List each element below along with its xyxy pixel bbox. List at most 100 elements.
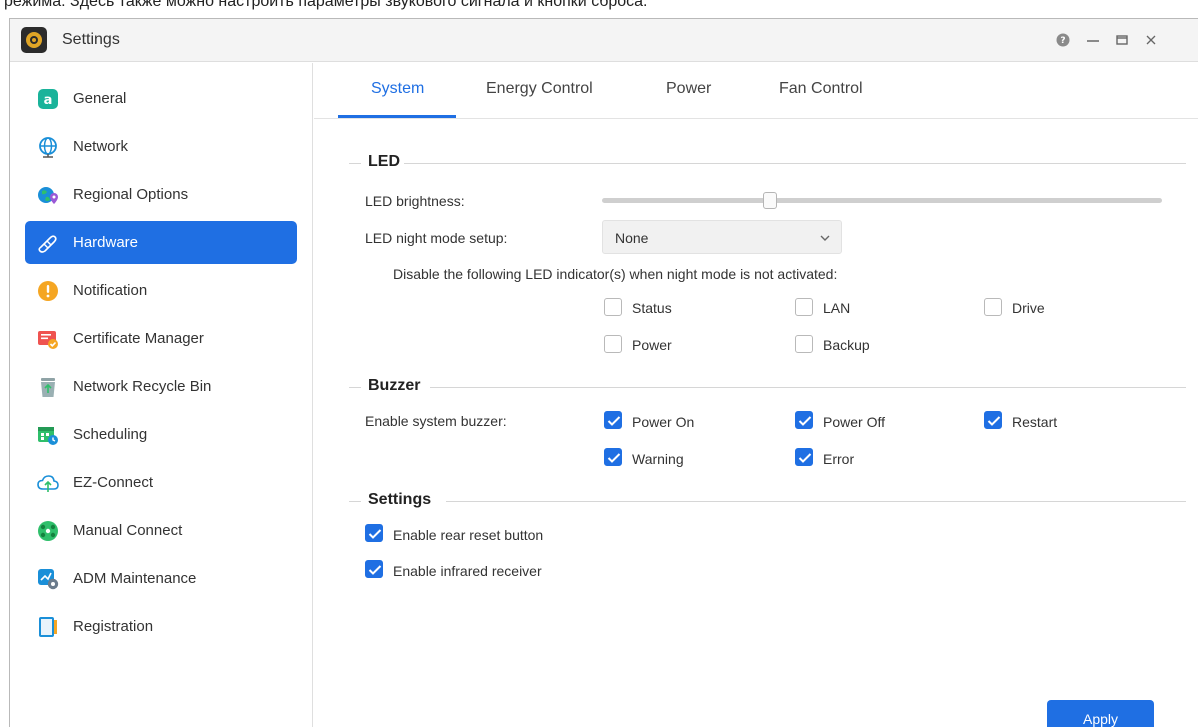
buzzer-error-label: Error	[823, 451, 855, 467]
apply-button[interactable]: Apply	[1047, 700, 1154, 727]
sidebar-item-label: EZ-Connect	[73, 474, 154, 491]
recycle-bin-icon	[41, 378, 55, 397]
sidebar-item-label: Network	[73, 138, 129, 155]
sidebar-item-regional-options[interactable]: Regional Options	[25, 173, 297, 216]
sidebar-item-certificate-manager[interactable]: Certificate Manager	[25, 317, 297, 360]
buzzer-power-off-label: Power Off	[823, 414, 885, 430]
sidebar-item-ez-connect[interactable]: EZ-Connect	[25, 461, 297, 504]
sidebar-item-notification[interactable]: Notification	[25, 269, 297, 312]
registration-icon	[39, 617, 57, 637]
infrared-receiver-label: Enable infrared receiver	[393, 563, 542, 579]
section-divider	[404, 163, 1186, 164]
sidebar-item-label: ADM Maintenance	[73, 570, 197, 587]
led-status-label: Status	[632, 300, 672, 316]
minimize-icon[interactable]	[1082, 29, 1104, 51]
led-backup-label: Backup	[823, 337, 870, 353]
led-power-checkbox[interactable]	[604, 335, 622, 353]
sidebar-item-label: Registration	[73, 618, 154, 635]
buzzer-power-on-checkbox[interactable]	[604, 411, 622, 429]
buzzer-restart-label: Restart	[1012, 414, 1058, 430]
sidebar-item-label: Certificate Manager	[73, 330, 204, 347]
help-icon[interactable]: ?	[1052, 29, 1074, 51]
led-night-mode-label: LED night mode setup:	[365, 230, 508, 246]
sidebar-item-label: Manual Connect	[73, 522, 183, 539]
active-tab-indicator	[338, 115, 456, 118]
title-bar: Settings ?	[10, 19, 1198, 62]
sidebar-item-network[interactable]: Network	[25, 125, 297, 168]
led-status-checkbox[interactable]	[604, 298, 622, 316]
led-lan-label: LAN	[823, 300, 851, 316]
globe-icon	[39, 137, 57, 158]
rear-reset-button-checkbox[interactable]	[365, 524, 383, 542]
chevron-down-icon	[820, 235, 830, 241]
sidebar-item-scheduling[interactable]: Scheduling	[25, 413, 297, 456]
checkmark-icon	[368, 565, 382, 575]
regional-options-icon	[38, 187, 58, 204]
buzzer-power-on-label: Power On	[632, 414, 695, 430]
checkmark-icon	[798, 416, 812, 426]
section-divider	[349, 501, 361, 502]
checkmark-icon	[607, 416, 621, 426]
sidebar-item-network-recycle-bin[interactable]: Network Recycle Bin	[25, 365, 297, 408]
rear-reset-button-label: Enable rear reset button	[393, 527, 544, 543]
main-content: System Energy Control Power Fan Control …	[314, 63, 1198, 727]
led-drive-checkbox[interactable]	[984, 298, 1002, 316]
sidebar-item-registration[interactable]: Registration	[25, 605, 297, 648]
tab-bar: System Energy Control Power Fan Control	[314, 63, 1198, 119]
page-caption: режима. Здесь также можно настроить пара…	[0, 0, 1198, 18]
checkmark-icon	[368, 529, 382, 539]
sidebar-item-label: General	[73, 90, 127, 107]
svg-text:a: a	[44, 93, 53, 108]
infrared-receiver-checkbox[interactable]	[365, 560, 383, 578]
buzzer-power-off-checkbox[interactable]	[795, 411, 813, 429]
led-section-title: LED	[368, 153, 400, 170]
checkmark-icon	[798, 453, 812, 463]
sidebar-item-adm-maintenance[interactable]: ADM Maintenance	[25, 557, 297, 600]
checkmark-icon	[987, 416, 1001, 426]
led-disable-note: Disable the following LED indicator(s) w…	[393, 266, 838, 282]
sidebar-item-general[interactable]: a General	[25, 77, 297, 120]
section-divider	[349, 163, 361, 164]
general-icon: a	[38, 89, 58, 109]
led-drive-label: Drive	[1012, 300, 1045, 316]
enable-buzzer-label: Enable system buzzer:	[365, 413, 507, 429]
svg-text:?: ?	[1060, 36, 1065, 46]
scheduling-icon	[38, 427, 58, 445]
manual-connect-icon	[38, 521, 58, 541]
tab-power[interactable]: Power	[666, 80, 711, 98]
maximize-icon[interactable]	[1111, 29, 1133, 51]
window-title: Settings	[62, 31, 120, 48]
led-brightness-slider-thumb[interactable]	[763, 192, 777, 209]
sidebar-item-label: Hardware	[73, 234, 139, 251]
certificate-icon	[38, 331, 58, 349]
tab-system[interactable]: System	[371, 80, 424, 98]
buzzer-error-checkbox[interactable]	[795, 448, 813, 466]
close-icon[interactable]	[1140, 29, 1162, 51]
maintenance-icon	[38, 569, 59, 590]
settings-window: Settings ? a General Network Regional Op…	[9, 18, 1198, 727]
sidebar-item-hardware[interactable]: Hardware	[25, 221, 297, 264]
cloud-upload-icon	[37, 475, 59, 492]
notification-icon	[38, 281, 58, 301]
settings-section-title: Settings	[368, 491, 432, 508]
hardware-icon	[38, 235, 57, 253]
led-backup-checkbox[interactable]	[795, 335, 813, 353]
sidebar-item-label: Regional Options	[73, 186, 189, 203]
led-night-mode-select[interactable]: None	[602, 220, 842, 254]
section-divider	[446, 501, 1186, 502]
tab-fan-control[interactable]: Fan Control	[779, 80, 863, 98]
sidebar-item-label: Network Recycle Bin	[73, 378, 212, 395]
checkmark-icon	[607, 453, 621, 463]
caption-text: режима. Здесь также можно настроить пара…	[4, 0, 648, 10]
sidebar-item-label: Scheduling	[73, 426, 148, 443]
led-brightness-slider[interactable]	[602, 198, 1162, 203]
sidebar: a General Network Regional Options Hardw…	[10, 63, 313, 727]
buzzer-restart-checkbox[interactable]	[984, 411, 1002, 429]
led-power-label: Power	[632, 337, 672, 353]
buzzer-section-title: Buzzer	[368, 377, 421, 394]
sidebar-item-manual-connect[interactable]: Manual Connect	[25, 509, 297, 552]
buzzer-warning-checkbox[interactable]	[604, 448, 622, 466]
led-lan-checkbox[interactable]	[795, 298, 813, 316]
tab-energy-control[interactable]: Energy Control	[486, 80, 593, 98]
led-brightness-label: LED brightness:	[365, 193, 465, 209]
